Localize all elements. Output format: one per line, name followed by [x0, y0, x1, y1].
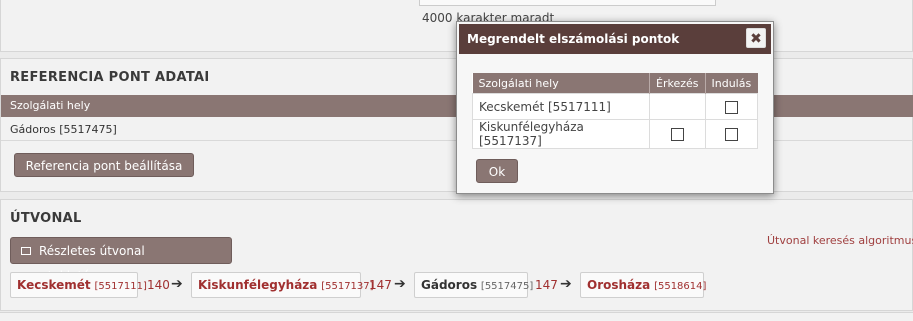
- route-distance: 147: [369, 278, 392, 292]
- route-stop-code: [5518614]: [654, 281, 707, 292]
- route-stop[interactable]: Gádoros [5517475]: [414, 272, 533, 298]
- arrow-right-icon: ➔: [394, 276, 406, 292]
- route-stop-code: [5517137]: [321, 281, 374, 292]
- arrival-cell: [649, 93, 706, 120]
- route-stop-name: Kecskemét: [17, 278, 91, 292]
- column-header-place: Szolgálati hely: [472, 73, 650, 94]
- route-stop[interactable]: Orosháza [5518614]: [580, 272, 707, 298]
- external-link-icon: [21, 246, 31, 255]
- route-stop-code: [5517475]: [480, 281, 534, 292]
- reference-section-title: REFERENCIA PONT ADATAI: [10, 70, 210, 85]
- route-distance: 147: [535, 278, 558, 292]
- route-distance: 140: [147, 278, 170, 292]
- arrow-right-icon: ➔: [171, 276, 183, 292]
- ok-button[interactable]: Ok: [476, 159, 518, 183]
- place-cell: Kecskemét [5517111]: [472, 93, 650, 120]
- route-section: ÚTVONAL Részletes útvonal megtekintése Ú…: [0, 199, 913, 311]
- column-header-arrival: Érkezés: [649, 73, 706, 94]
- column-header-departure: Indulás: [705, 73, 758, 94]
- route-stop-name: Orosháza: [587, 278, 651, 292]
- set-reference-point-button[interactable]: Referencia pont beállítása: [14, 153, 194, 177]
- table-row: Kecskemét [5517111]: [472, 93, 758, 120]
- dialog-title: Megrendelt elszámolási pontok: [459, 24, 771, 54]
- arrival-cell: [649, 119, 706, 149]
- arrow-right-icon: ➔: [560, 276, 572, 292]
- ordered-accounting-points-dialog: Megrendelt elszámolási pontok ✖ Szolgála…: [456, 21, 774, 194]
- route-stop[interactable]: Kecskemét [5517111]: [10, 272, 147, 298]
- arrival-checkbox[interactable]: [670, 128, 684, 141]
- route-stop-name: Gádoros: [421, 278, 478, 292]
- departure-cell: [704, 93, 758, 120]
- close-icon[interactable]: ✖: [746, 28, 766, 48]
- route-section-title: ÚTVONAL: [10, 211, 82, 226]
- departure-cell: [704, 119, 758, 149]
- route-stop-name: Kiskunfélegyháza: [198, 278, 318, 292]
- accounting-points-table: Szolgálati hely Érkezés Indulás Kecskemé…: [472, 73, 758, 149]
- table-row: Kiskunfélegyháza [5517137]: [472, 119, 758, 149]
- departure-checkbox[interactable]: [724, 128, 738, 141]
- route-stop[interactable]: Kiskunfélegyháza [5517137]: [191, 272, 374, 298]
- view-detailed-route-button[interactable]: Részletes útvonal megtekintése: [10, 237, 232, 283]
- route-stop-code: [5517111]: [94, 281, 147, 292]
- route-algorithm-link[interactable]: Útvonal keresés algoritmusán: [767, 234, 913, 247]
- departure-checkbox[interactable]: [724, 100, 738, 114]
- place-cell: Kiskunfélegyháza [5517137]: [472, 119, 650, 149]
- description-textarea[interactable]: [419, 0, 716, 6]
